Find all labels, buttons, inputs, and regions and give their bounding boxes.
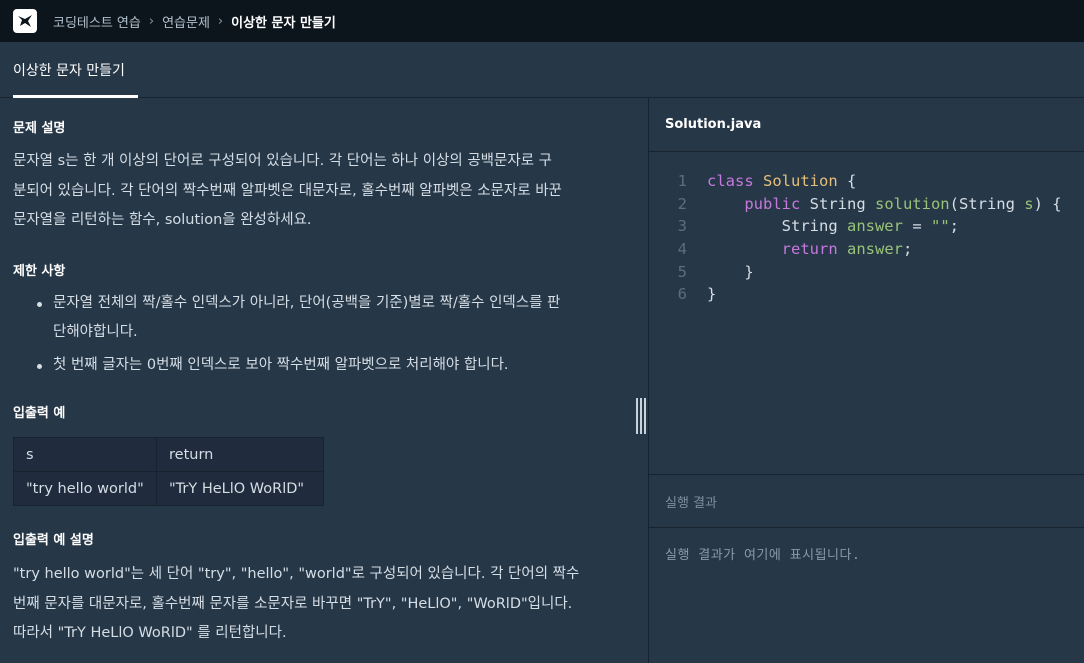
code-token: String xyxy=(800,194,875,213)
explain-text: "try hello world"는 세 단어 "try", "hello", … xyxy=(13,560,635,649)
chevron-right-icon: › xyxy=(217,13,224,29)
breadcrumb-practice[interactable]: 연습문제 xyxy=(162,12,210,31)
chevron-right-icon: › xyxy=(148,13,155,29)
code-token: solution xyxy=(874,194,950,213)
code-token: { xyxy=(837,172,857,191)
code-line: 1 class Solution { xyxy=(649,170,1084,193)
code-token: answer xyxy=(846,217,903,236)
breadcrumb-coding-test[interactable]: 코딩테스트 연습 xyxy=(53,12,141,31)
line-number: 5 xyxy=(677,262,687,281)
code-token: = xyxy=(902,217,931,236)
explain-line: 따라서 "TrY HeLlO WoRlD" 를 리턴합니다. xyxy=(13,625,287,641)
code-token: answer xyxy=(847,240,903,259)
code-line: 2 public String solution (String s) { xyxy=(649,193,1084,216)
code-token: Solution xyxy=(763,172,838,191)
code-token: } xyxy=(744,262,754,281)
constraints-list: 문자열 전체의 짝/홀수 인덱스가 아니라, 단어(공백을 기준)별로 짝/홀수… xyxy=(13,289,635,381)
code-line: 3 String answer = ""; xyxy=(649,215,1084,238)
line-number: 4 xyxy=(677,240,687,259)
explain-line: 번째 문자를 대문자로, 홀수번째 문자를 소문자로 바꾸면 "TrY", "H… xyxy=(13,595,573,612)
explain-line: "try hello world"는 세 단어 "try", "hello", … xyxy=(13,566,580,582)
desc-line: 분되어 있습니다. 각 단어의 짝수번째 알파벳은 대문자로, 홀수번째 알파벳… xyxy=(13,182,562,199)
problem-panel: 문제 설명 문자열 s는 한 개 이상의 단어로 구성되어 있습니다. 각 단어… xyxy=(0,98,648,663)
code-line: 4 return answer; xyxy=(649,238,1084,261)
code-token: ; xyxy=(949,217,959,236)
result-output: 실행 결과가 여기에 표시됩니다. xyxy=(665,548,861,563)
desc-text: 문자열 s는 한 개 이상의 단어로 구성되어 있습니다. 각 단어는 하나 이… xyxy=(13,147,635,236)
code-token: ) { xyxy=(1033,194,1062,213)
top-nav: 코딩테스트 연습 › 연습문제 › 이상한 문자 만들기 xyxy=(0,0,1084,42)
table-cell: "try hello world" xyxy=(13,471,157,506)
breadcrumb: 코딩테스트 연습 › 연습문제 › 이상한 문자 만들기 xyxy=(53,12,336,31)
code-token: "" xyxy=(930,217,950,236)
constraint-line: 첫 번째 글자는 0번째 인덱스로 보아 짝수번째 알파벳으로 처리해야 합니다… xyxy=(53,356,509,373)
io-table: s return "try hello world" "TrY HeLlO Wo… xyxy=(13,437,324,506)
io-heading: 입출력 예 xyxy=(13,406,66,421)
line-number: 6 xyxy=(677,285,687,304)
line-number: 3 xyxy=(677,217,687,236)
code-token: public xyxy=(744,194,801,213)
result-heading: 실행 결과 xyxy=(649,474,1084,528)
breadcrumb-current: 이상한 문자 만들기 xyxy=(231,15,336,31)
constraint-item: 첫 번째 글자는 0번째 인덱스로 보아 짝수번째 알파벳으로 처리해야 합니다… xyxy=(13,351,635,381)
line-number: 2 xyxy=(677,194,687,213)
constraint-line: 문자열 전체의 짝/홀수 인덱스가 아니라, 단어(공백을 기준)별로 짝/홀수… xyxy=(53,294,561,311)
code-token: String xyxy=(781,217,847,236)
table-cell: "TrY HeLlO WoRlD" xyxy=(156,471,324,506)
title-bar: 이상한 문자 만들기 xyxy=(0,42,1084,98)
panel-resize-handle[interactable] xyxy=(636,398,646,434)
desc-line: 문자열 s는 한 개 이상의 단어로 구성되어 있습니다. 각 단어는 하나 이… xyxy=(13,153,552,169)
table-header: return xyxy=(156,437,324,472)
table-header: s xyxy=(13,437,157,472)
editor-filename: Solution.java xyxy=(649,98,1084,152)
editor-panel: Solution.java 1 class Solution { 2 public… xyxy=(648,98,1084,663)
line-number: 1 xyxy=(677,172,687,191)
table-header-row: s return xyxy=(13,437,324,472)
code-token: (String xyxy=(949,194,1025,213)
code-token: class xyxy=(707,172,754,191)
problem-title-tab[interactable]: 이상한 문자 만들기 xyxy=(13,42,125,98)
table-row: "try hello world" "TrY HeLlO WoRlD" xyxy=(13,471,324,506)
constraint-line: 단해야합니다. xyxy=(53,324,138,340)
code-token: } xyxy=(707,285,717,304)
explain-heading: 입출력 예 설명 xyxy=(13,533,94,548)
code-line: 6} xyxy=(649,283,1084,306)
code-token: return xyxy=(781,240,838,259)
code-token: s xyxy=(1024,194,1034,213)
code-line: 5 } xyxy=(649,260,1084,283)
code-editor[interactable]: 1 class Solution { 2 public String soluti… xyxy=(649,152,1084,472)
desc-heading: 문제 설명 xyxy=(13,121,66,136)
code-token: ; xyxy=(903,240,913,259)
constraint-item: 문자열 전체의 짝/홀수 인덱스가 아니라, 단어(공백을 기준)별로 짝/홀수… xyxy=(13,289,635,348)
programmers-logo-icon[interactable] xyxy=(13,9,37,33)
desc-line: 문자열을 리턴하는 함수, solution을 완성하세요. xyxy=(13,212,312,228)
constraints-heading: 제한 사항 xyxy=(13,263,66,279)
